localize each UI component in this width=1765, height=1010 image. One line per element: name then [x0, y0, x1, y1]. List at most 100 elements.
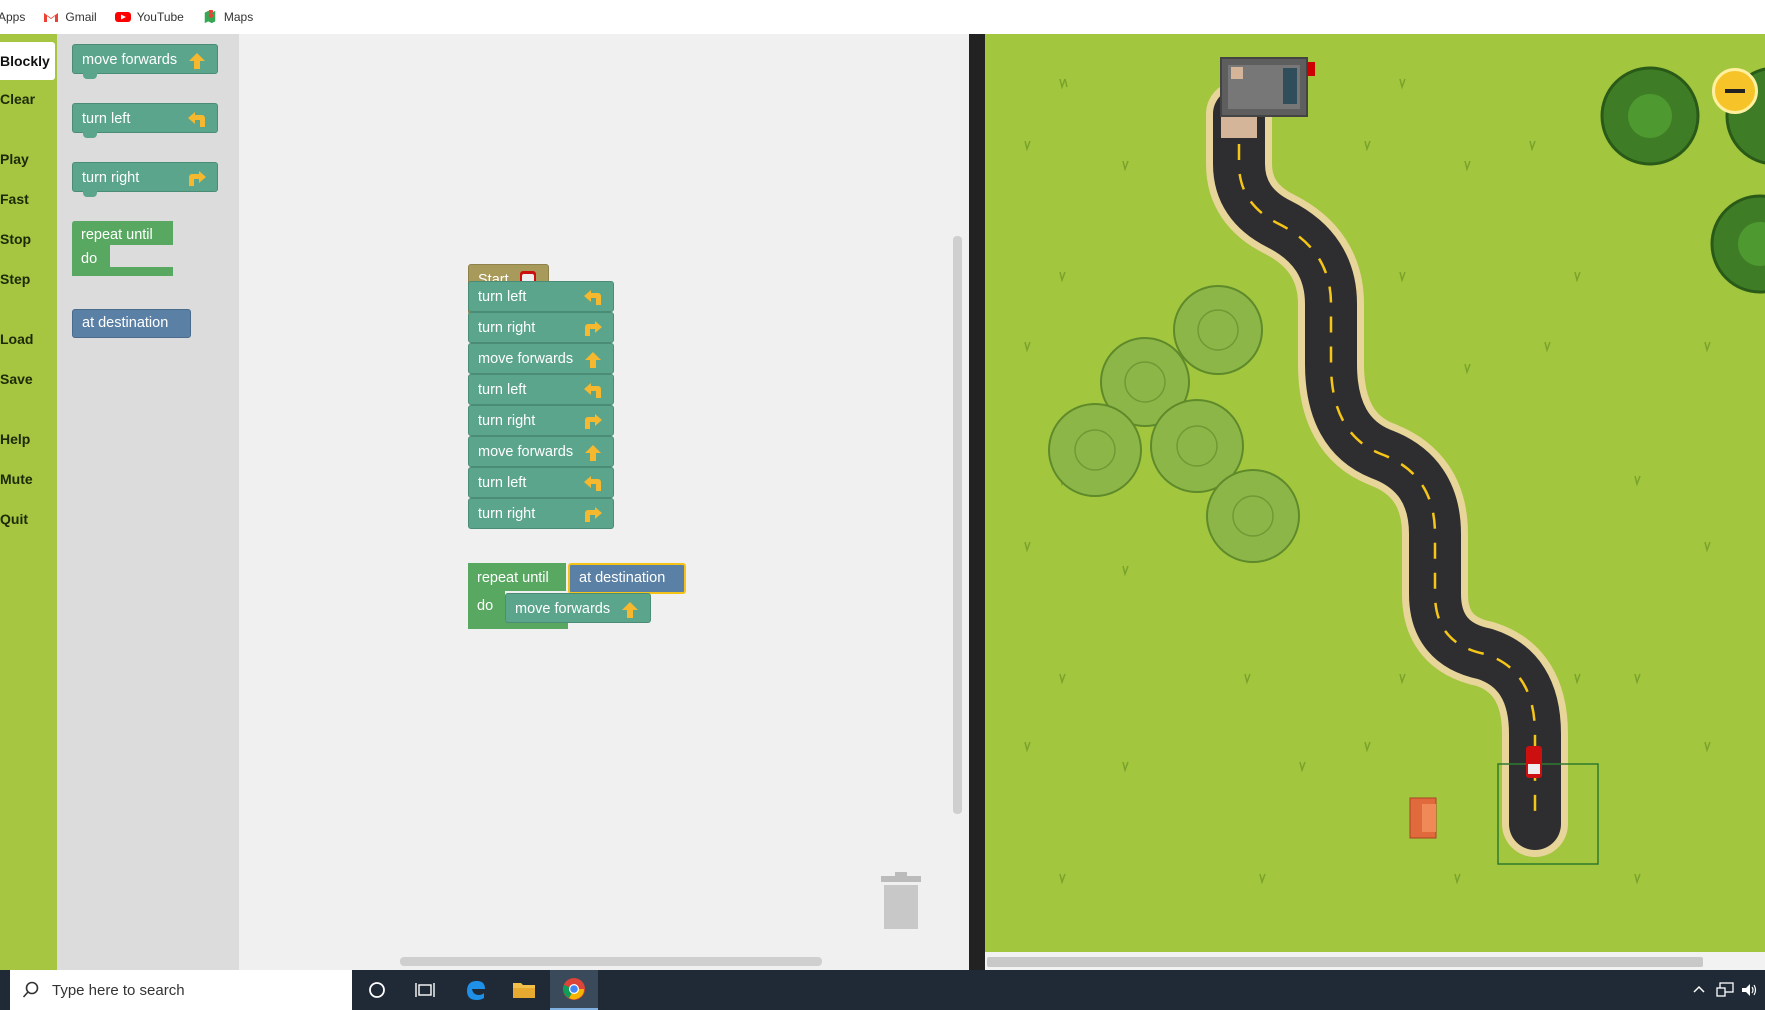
toolbox-repeat-until-block[interactable]: repeat until do	[72, 221, 173, 276]
condition-label: at destination	[579, 570, 666, 586]
sidebar-item-label: Clear	[0, 91, 36, 107]
arrow-up-icon	[189, 53, 205, 69]
workspace-horizontal-scrollbar[interactable]	[400, 957, 822, 966]
windows-taskbar: Type here to search	[0, 970, 1765, 1010]
sidebar-item-help[interactable]: Help	[0, 431, 30, 447]
block-label: at destination	[82, 315, 169, 331]
sidebar-item-clear[interactable]: Clear	[0, 91, 35, 107]
panel-divider[interactable]	[969, 34, 985, 970]
turn-left-arrow-icon	[584, 383, 601, 398]
program-step-turn-right-block[interactable]: turn right	[468, 405, 614, 436]
bookmarks-bar: Apps Gmail YouTube Maps	[0, 0, 1765, 34]
sidebar-item-label: Load	[0, 331, 34, 347]
youtube-icon	[114, 12, 131, 22]
toolbox-turn-left-block[interactable]: turn left	[72, 103, 218, 138]
game-map	[985, 34, 1765, 952]
block-toolbox: move forwards turn left turn right repea…	[57, 34, 239, 970]
chrome-browser-icon	[563, 978, 585, 1000]
sidebar-item-stop[interactable]: Stop	[0, 231, 31, 247]
block-label: turn right	[82, 170, 140, 186]
block-label: turn right	[478, 506, 536, 522]
minus-icon	[1725, 89, 1745, 93]
task-view-button[interactable]	[401, 970, 449, 1010]
program-step-turn-left-block[interactable]: turn left	[468, 374, 614, 405]
program-step-move-forwards-block[interactable]: move forwards	[468, 343, 614, 374]
program-step-turn-left-block[interactable]: turn left	[468, 467, 614, 498]
workspace-vertical-scrollbar[interactable]	[953, 236, 962, 814]
file-explorer-button[interactable]	[500, 970, 548, 1010]
bookmark-youtube[interactable]: YouTube	[114, 10, 184, 24]
sidebar-item-load[interactable]: Load	[0, 331, 33, 347]
turn-right-arrow-icon	[585, 414, 602, 429]
chevron-up-icon[interactable]	[1692, 984, 1706, 994]
block-label: move forwards	[478, 444, 574, 460]
block-label: repeat until	[81, 227, 153, 243]
maps-icon	[204, 10, 216, 24]
folder-icon	[513, 983, 535, 998]
bookmark-apps-label: Apps	[0, 10, 26, 24]
loop-move-forwards-block[interactable]: move forwards	[505, 593, 651, 623]
sidebar-item-label: Save	[0, 371, 33, 387]
blockly-workspace[interactable]: Start turn left turn right move forwards tu…	[239, 34, 969, 970]
gmail-icon	[44, 13, 59, 22]
block-label: turn left	[82, 111, 131, 127]
edge-browser-icon	[467, 981, 485, 1000]
zoom-out-button[interactable]	[1712, 68, 1758, 114]
chrome-app-button[interactable]	[550, 970, 598, 1010]
turn-right-arrow-icon	[585, 321, 602, 336]
arrow-up-icon	[585, 352, 601, 368]
taskbar-search-box[interactable]: Type here to search	[10, 970, 352, 1010]
map-horizontal-scrollbar[interactable]	[985, 952, 1765, 970]
bookmark-maps[interactable]: Maps	[202, 10, 253, 24]
volume-icon[interactable]	[1740, 981, 1758, 999]
cortana-button[interactable]	[353, 970, 401, 1010]
sidebar-item-label: Stop	[0, 231, 32, 247]
bookmark-apps[interactable]: Apps	[0, 10, 25, 24]
block-label: move forwards	[515, 601, 611, 617]
turn-left-arrow-icon	[188, 112, 205, 127]
sidebar-item-mute[interactable]: Mute	[0, 471, 33, 487]
sidebar-item-label: Step	[0, 271, 31, 287]
sidebar-item-label: Fast	[0, 191, 29, 207]
map-scene	[1024, 57, 1765, 885]
network-icon[interactable]	[1716, 982, 1734, 998]
edge-app-button[interactable]	[452, 970, 500, 1010]
bookmark-maps-label: Maps	[223, 10, 254, 24]
sidebar-item-blockly[interactable]: Blockly	[0, 42, 55, 80]
block-do-label: do	[81, 251, 98, 267]
block-label: turn right	[478, 320, 536, 336]
sidebar-item-label: Help	[0, 431, 31, 447]
bookmark-gmail-label: Gmail	[65, 10, 97, 24]
road-surface	[1213, 88, 1561, 850]
sidebar-item-play[interactable]: Play	[0, 151, 29, 167]
block-label: turn right	[478, 413, 536, 429]
sidebar-item-label: Mute	[0, 471, 33, 487]
turn-right-arrow-icon	[189, 171, 206, 186]
toolbox-move-forwards-block[interactable]: move forwards	[72, 44, 218, 79]
program-step-move-forwards-block[interactable]: move forwards	[468, 436, 614, 467]
bushes	[1048, 285, 1300, 563]
sidebar-item-label: Blockly	[0, 53, 50, 69]
turn-left-arrow-icon	[584, 290, 601, 305]
block-label: move forwards	[82, 52, 178, 68]
toolbox-at-destination-block[interactable]: at destination	[72, 309, 191, 338]
program-step-turn-right-block[interactable]: turn right	[468, 312, 614, 343]
program-step-turn-left-block[interactable]: turn left	[468, 281, 614, 312]
red-car	[1526, 746, 1542, 778]
do-label: do	[477, 598, 494, 614]
arrow-up-icon	[585, 445, 601, 461]
task-view-icon	[415, 983, 435, 997]
sidebar-item-fast[interactable]: Fast	[0, 191, 29, 207]
sidebar-item-step[interactable]: Step	[0, 271, 30, 287]
bookmark-youtube-label: YouTube	[136, 10, 184, 24]
trash-can-icon[interactable]	[879, 872, 923, 930]
bookmark-gmail[interactable]: Gmail	[43, 10, 97, 24]
search-icon	[22, 981, 39, 998]
sidebar-item-quit[interactable]: Quit	[0, 511, 28, 527]
program-step-turn-right-block[interactable]: turn right	[468, 498, 614, 529]
at-destination-condition-block[interactable]: at destination	[568, 563, 686, 594]
sidebar-item-save[interactable]: Save	[0, 371, 33, 387]
toolbox-turn-right-block[interactable]: turn right	[72, 162, 218, 197]
arrow-up-icon	[622, 602, 638, 618]
sidebar-item-label: Quit	[0, 511, 28, 527]
